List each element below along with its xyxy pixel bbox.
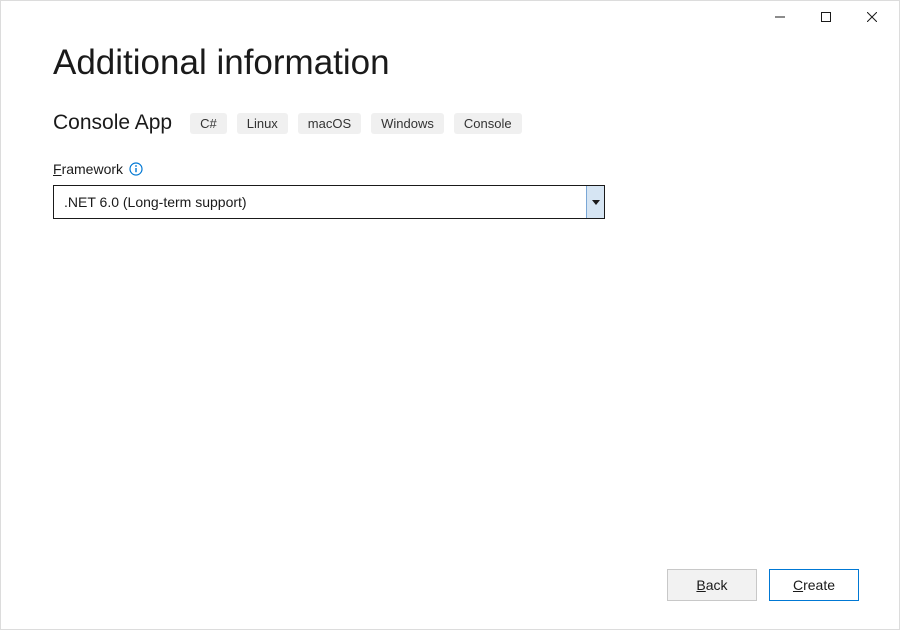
create-button[interactable]: Create — [769, 569, 859, 601]
tag-csharp: C# — [190, 113, 227, 134]
footer-buttons: Back Create — [667, 569, 859, 601]
close-button[interactable] — [849, 2, 895, 32]
info-icon[interactable] — [129, 162, 143, 176]
subtitle-row: Console App C# Linux macOS Windows Conso… — [53, 111, 847, 135]
page-title: Additional information — [53, 43, 847, 83]
framework-label: Framework — [53, 161, 123, 177]
maximize-icon — [821, 12, 831, 22]
project-type-label: Console App — [53, 111, 172, 135]
tag-linux: Linux — [237, 113, 288, 134]
tag-windows: Windows — [371, 113, 444, 134]
window-titlebar — [1, 1, 899, 33]
minimize-icon — [775, 12, 785, 22]
back-button[interactable]: Back — [667, 569, 757, 601]
chevron-down-icon — [592, 200, 600, 205]
tag-macos: macOS — [298, 113, 361, 134]
framework-selected-value: .NET 6.0 (Long-term support) — [54, 186, 586, 218]
content-area: Additional information Console App C# Li… — [1, 33, 899, 219]
tag-console: Console — [454, 113, 522, 134]
minimize-button[interactable] — [757, 2, 803, 32]
dropdown-toggle-button[interactable] — [586, 186, 604, 218]
close-icon — [867, 12, 877, 22]
framework-label-row: Framework — [53, 161, 847, 177]
maximize-button[interactable] — [803, 2, 849, 32]
framework-dropdown[interactable]: .NET 6.0 (Long-term support) — [53, 185, 605, 219]
